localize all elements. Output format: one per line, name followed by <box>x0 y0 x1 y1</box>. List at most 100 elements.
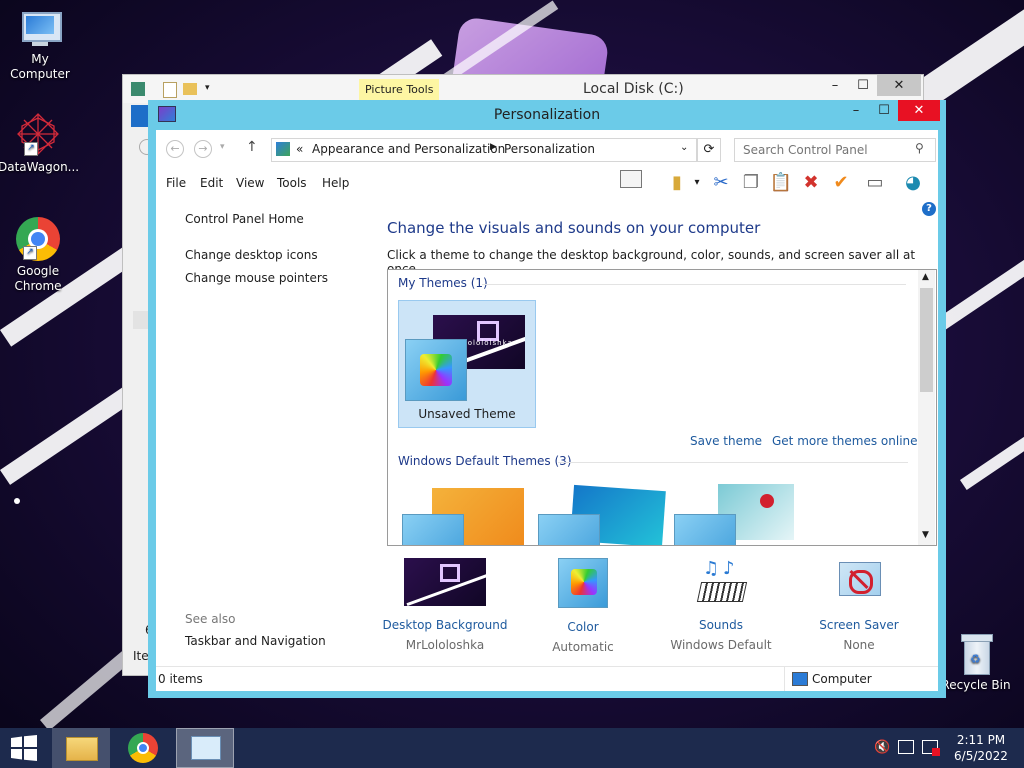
action-center-icon[interactable] <box>922 740 940 756</box>
minimize-button[interactable]: – <box>842 100 870 121</box>
save-theme-link[interactable]: Save theme <box>690 434 762 448</box>
clock[interactable]: 2:11 PM 6/5/2022 <box>946 732 1016 764</box>
theme-list[interactable]: My Themes (1) Lolololshka Unsaved Theme … <box>387 269 937 546</box>
color-value: Automatic <box>552 640 614 654</box>
refresh-button[interactable]: ⟳ <box>697 138 721 162</box>
forward-button[interactable]: → <box>194 140 212 158</box>
sounds-link[interactable]: Sounds <box>656 618 786 632</box>
desktop-icon-label: Google Chrome <box>14 264 62 293</box>
search-input[interactable] <box>741 141 911 159</box>
maximize-button[interactable]: ☐ <box>870 100 898 121</box>
window-titlebar[interactable]: Personalization – ☐ ✕ <box>148 100 946 130</box>
sounds-item[interactable]: ♫ ♪ Sounds Windows Default <box>656 558 786 652</box>
color-fan-icon <box>402 514 464 545</box>
pane-layout-icon[interactable] <box>618 170 644 196</box>
close-button[interactable]: ✕ <box>898 100 940 121</box>
taskbar-chrome[interactable] <box>114 728 172 768</box>
search-box[interactable]: ⚲ <box>734 138 936 162</box>
scroll-down-icon[interactable]: ▼ <box>922 530 929 540</box>
menu-edit[interactable]: Edit <box>200 176 223 190</box>
desktop-background-thumbnail <box>404 558 486 606</box>
personalization-window[interactable]: Personalization – ☐ ✕ ← → ▾ ↑ « Appearan… <box>148 100 946 698</box>
menu-view[interactable]: View <box>236 176 264 190</box>
theme-list-scrollbar[interactable]: ▲ ▼ <box>918 270 935 545</box>
theme-tile-windows[interactable] <box>402 488 528 545</box>
color-fan-icon <box>674 514 736 545</box>
desktop-icon-google-chrome[interactable]: ↗ Google Chrome <box>0 216 78 294</box>
taskbar-control-panel[interactable] <box>176 728 234 768</box>
cut-icon[interactable]: ✂ <box>708 170 734 196</box>
breadcrumb-appearance[interactable]: Appearance and Personalization <box>312 142 505 156</box>
address-bar[interactable]: « Appearance and Personalization ▶ Perso… <box>271 138 697 162</box>
copy-icon[interactable]: ❐ <box>738 170 764 196</box>
computer-icon <box>18 10 62 50</box>
paste-icon[interactable]: 📋 <box>768 170 794 196</box>
get-more-themes-link[interactable]: Get more themes online <box>772 434 918 448</box>
desktop-icon-label: Recycle Bin <box>941 678 1011 692</box>
menu-tools[interactable]: Tools <box>277 176 307 190</box>
color-link[interactable]: Color <box>518 620 648 634</box>
desktop-icon-my-computer[interactable]: My Computer <box>0 10 80 82</box>
chrome-icon: ↗ <box>15 216 61 262</box>
ribbon-picture-tools-tab[interactable]: Picture Tools <box>359 79 440 100</box>
datawagon-logo-icon: ↗ <box>16 112 60 158</box>
desktop-icon-datawagon[interactable]: ↗ DataWagon... <box>0 112 79 175</box>
properties-icon[interactable] <box>163 82 177 98</box>
breadcrumb-personalization[interactable]: Personalization <box>504 142 595 156</box>
scroll-up-icon[interactable]: ▲ <box>922 272 929 282</box>
screen-saver-item[interactable]: Screen Saver None <box>794 558 924 652</box>
folder-icon <box>66 737 98 761</box>
dropdown-icon[interactable]: ▾ <box>684 170 710 196</box>
address-separator: « <box>296 142 304 156</box>
desktop-background-link[interactable]: Desktop Background <box>380 618 510 632</box>
window-title: Personalization <box>493 107 601 123</box>
minimize-button[interactable]: – <box>821 75 849 96</box>
delete-icon[interactable]: ✖ <box>798 170 824 196</box>
help-icon[interactable]: ? <box>922 202 936 216</box>
change-mouse-pointers-link[interactable]: Change mouse pointers <box>185 271 328 285</box>
see-also-label: See also <box>185 612 236 626</box>
control-panel-home-link[interactable]: Control Panel Home <box>185 212 304 226</box>
scrollbar-thumb[interactable] <box>920 288 933 392</box>
window-client: ← → ▾ ↑ « Appearance and Personalization… <box>156 130 938 691</box>
chrome-icon <box>128 733 158 763</box>
group-divider <box>558 462 908 463</box>
up-arrow-icon[interactable]: ↑ <box>246 139 258 155</box>
search-icon[interactable]: ⚲ <box>915 141 924 155</box>
recycle-bin-icon: ♻ <box>959 632 993 676</box>
maximize-button[interactable]: ☐ <box>849 75 877 96</box>
desktop-background-item[interactable]: Desktop Background MrLololoshka <box>380 558 510 652</box>
control-panel-icon <box>191 736 221 760</box>
theme-tile-unsaved[interactable]: Lolololshka Unsaved Theme <box>398 300 536 428</box>
desktop-icon-recycle-bin[interactable]: ♻ Recycle Bin <box>936 632 1016 693</box>
network-icon[interactable] <box>898 740 914 754</box>
checkmark-icon[interactable]: ✔ <box>828 170 854 196</box>
taskbar-navigation-link[interactable]: Taskbar and Navigation <box>185 634 326 648</box>
taskbar-file-explorer[interactable] <box>52 728 110 768</box>
theme-tile-flowers[interactable] <box>674 482 800 545</box>
menu-help[interactable]: Help <box>322 176 349 190</box>
windows-default-themes-header: Windows Default Themes (3) <box>398 454 572 468</box>
properties-icon[interactable]: ▭ <box>862 170 888 196</box>
group-divider <box>482 284 906 285</box>
close-button[interactable]: ✕ <box>877 75 921 96</box>
control-panel-icon <box>276 142 290 156</box>
nav-pane-row <box>133 311 149 329</box>
color-fan-icon <box>538 514 600 545</box>
status-divider <box>784 667 785 691</box>
theme-tile-lines-and-colors[interactable] <box>538 482 666 545</box>
change-desktop-icons-link[interactable]: Change desktop icons <box>185 248 318 262</box>
volume-muted-icon[interactable]: 🔇 <box>874 740 890 755</box>
back-button[interactable]: ← <box>166 140 184 158</box>
address-dropdown-icon[interactable]: ⌄ <box>680 142 688 153</box>
computer-icon <box>792 672 808 686</box>
recent-locations-dropdown-icon[interactable]: ▾ <box>220 142 225 152</box>
quick-access-dropdown-icon[interactable]: ▾ <box>205 83 210 93</box>
color-item[interactable]: Color Automatic <box>518 558 648 654</box>
start-button[interactable] <box>0 728 48 768</box>
menu-file[interactable]: File <box>166 176 186 190</box>
new-folder-icon[interactable] <box>183 83 197 95</box>
local-disk-titlebar[interactable]: ▾ Picture Tools Local Disk (C:) – ☐ ✕ <box>123 75 923 103</box>
screen-saver-link[interactable]: Screen Saver <box>794 618 924 632</box>
globe-icon[interactable]: ◕ <box>900 170 926 196</box>
